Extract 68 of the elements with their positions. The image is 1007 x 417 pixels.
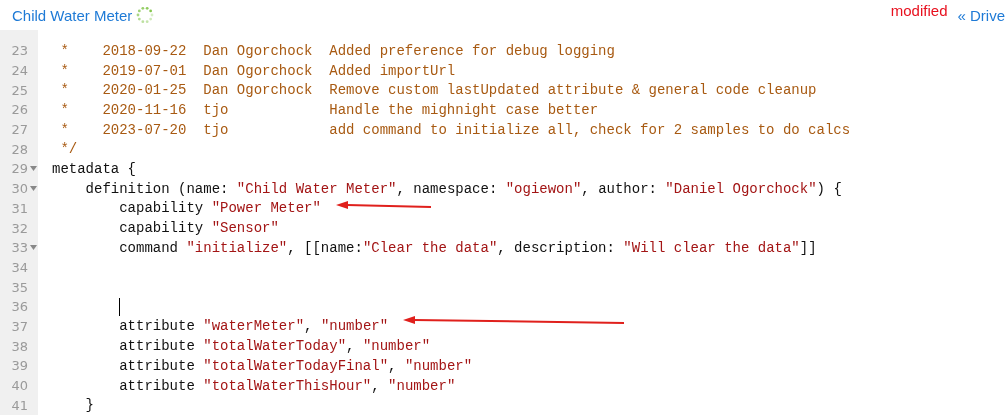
line-number: 25 <box>11 82 28 98</box>
code-token: attribute <box>118 318 196 335</box>
line-number: 35 <box>11 279 28 295</box>
line-number: 33 <box>11 240 28 256</box>
code-token: "Clear the data" <box>362 239 498 256</box>
code-token: * 2019-07-01 Dan Ogorchock Added importUrl <box>59 62 456 79</box>
loading-spinner-icon <box>136 6 155 24</box>
code-token: , <box>346 338 356 355</box>
code-token: * 2023-07-20 tjo add command to initialize all, check for 2 samples to do calcs <box>59 121 851 138</box>
code-token: "initialize" <box>186 239 288 256</box>
code-token: "Daniel Ogorchock" <box>665 180 817 197</box>
line-number: 36 <box>11 299 28 315</box>
code-token: ) { <box>816 180 842 197</box>
code-token: } <box>84 397 94 414</box>
line-number: 27 <box>11 122 28 138</box>
code-token: , namespace: <box>396 180 499 197</box>
code-token: * 2020-01-25 Dan Ogorchock Remove custom lastUpdated attribute & general code cleanup <box>59 82 817 99</box>
code-token: "number" <box>388 377 456 394</box>
code-token: , <box>371 377 381 394</box>
code-token: "number" <box>362 338 431 355</box>
code-token: "Will clear the data" <box>623 239 800 256</box>
code-token: "number" <box>404 357 473 374</box>
line-number: 24 <box>11 63 28 79</box>
line-number: 26 <box>11 102 28 118</box>
line-number: 38 <box>11 338 28 354</box>
fold-caret-icon[interactable] <box>29 245 37 251</box>
code-token: , author: <box>581 180 658 197</box>
code-token: ]] <box>799 239 817 256</box>
code-token: "number" <box>320 318 389 335</box>
line-number: 34 <box>11 259 28 275</box>
code-token: "ogiewon" <box>505 180 582 197</box>
code-token: "waterMeter" <box>203 318 305 335</box>
modified-status: modified <box>890 2 948 19</box>
line-number: 37 <box>11 318 28 334</box>
line-number: 28 <box>11 141 28 157</box>
code-token: "totalWaterTodayFinal" <box>203 357 389 374</box>
code-token: , [[name: <box>287 239 363 256</box>
code-token: command <box>118 239 180 256</box>
code-token: attribute <box>118 377 196 394</box>
line-number: 41 <box>11 397 28 413</box>
fold-caret-icon[interactable] <box>29 186 37 192</box>
code-token: , <box>388 357 398 374</box>
code-token: definition (name: <box>84 180 230 197</box>
line-number: 23 <box>11 43 28 59</box>
code-token: metadata { <box>52 160 136 177</box>
code-token: , description: <box>497 239 616 256</box>
code-token: "Child Water Meter" <box>236 180 397 197</box>
line-number: 40 <box>11 378 28 394</box>
code-token: , <box>304 318 314 335</box>
code-token: "Sensor" <box>211 220 279 237</box>
code-token: capability <box>118 220 205 237</box>
line-number: 30 <box>11 181 28 197</box>
code-token: attribute <box>118 338 196 355</box>
code-token: */ <box>59 141 78 158</box>
code-token: "totalWaterThisHour" <box>203 377 372 394</box>
back-link[interactable]: « Drive <box>957 6 1005 24</box>
line-number: 29 <box>11 161 28 177</box>
line-number: 39 <box>11 358 28 374</box>
code-token: "Power Meter" <box>211 200 321 217</box>
line-number: 32 <box>11 220 28 236</box>
code-token: * 2018-09-22 Dan Ogorchock Added preference for debug logging <box>59 42 615 59</box>
page-title: Child Water Meter <box>12 6 133 24</box>
code-token: capability <box>118 200 205 217</box>
code-token: * 2020-11-16 tjo Handle the mighnight case better <box>59 101 599 118</box>
code-token: "totalWaterToday" <box>203 338 347 355</box>
fold-caret-icon[interactable] <box>29 166 37 172</box>
code-token: attribute <box>118 357 196 374</box>
line-number: 31 <box>11 200 28 216</box>
